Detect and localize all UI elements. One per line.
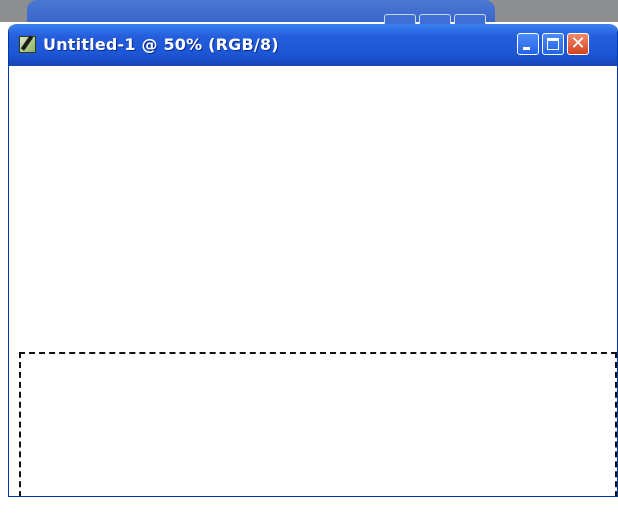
close-icon: ✕ [570,33,586,54]
close-button[interactable]: ✕ [567,33,589,55]
document-window: Untitled-1 @ 50% (RGB/8) ✕ [8,24,618,497]
title-bar[interactable]: Untitled-1 @ 50% (RGB/8) ✕ [9,24,617,66]
maximize-icon [547,38,559,50]
maximize-button[interactable] [542,33,564,55]
document-canvas[interactable] [10,66,617,496]
window-title: Untitled-1 @ 50% (RGB/8) [43,35,279,54]
marquee-selection[interactable] [19,352,617,496]
minimize-button[interactable] [517,33,539,55]
document-brush-icon[interactable] [19,36,36,53]
minimize-icon [523,47,530,50]
